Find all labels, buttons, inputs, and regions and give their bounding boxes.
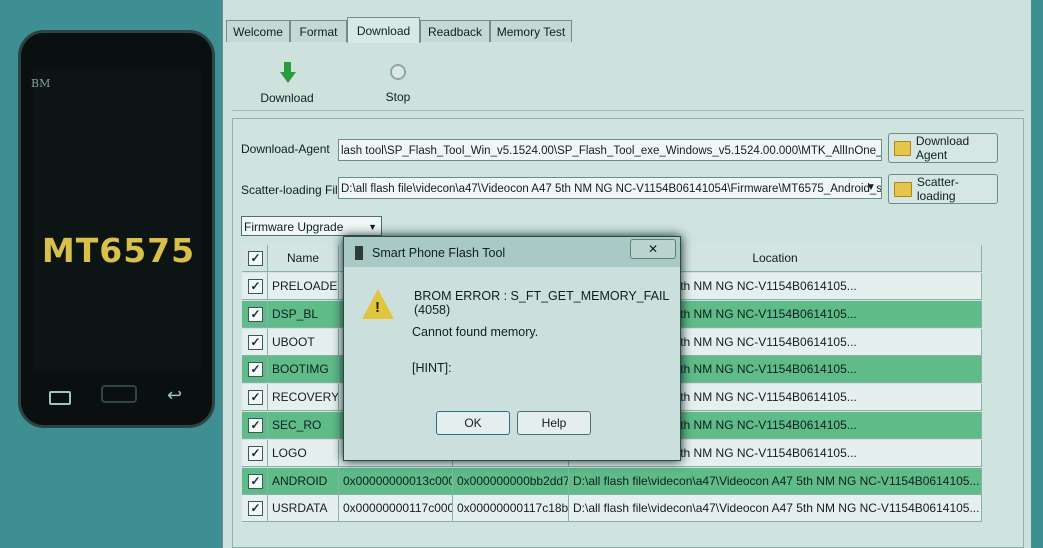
row-checkbox[interactable]: ✓: [248, 306, 263, 322]
location-cell: D:\all flash file\videcon\a47\Videocon A…: [569, 495, 982, 523]
end-address-cell: 0x00000000117c18bf: [453, 495, 569, 523]
scatter-loading-button-label: Scatter-loading: [916, 175, 959, 203]
stop-icon: [390, 64, 406, 80]
row-checkbox[interactable]: ✓: [248, 445, 263, 461]
dialog-error-text: BROM ERROR : S_FT_GET_MEMORY_FAIL (4058): [414, 289, 669, 317]
row-checkbox-cell: ✓: [242, 412, 268, 439]
menu-key-icon: [49, 391, 71, 405]
stop-button[interactable]: Stop: [378, 64, 418, 104]
tab-format[interactable]: Format: [290, 20, 347, 42]
dialog-message: Cannot found memory.: [412, 325, 539, 339]
partition-name-cell: PRELOADER: [268, 273, 339, 300]
row-checkbox-cell: ✓: [242, 467, 268, 495]
tab-readback[interactable]: Readback: [420, 20, 490, 42]
phone-model-label: MT6575: [41, 231, 196, 270]
stop-button-label: Stop: [385, 90, 411, 104]
scatter-loading-label: Scatter-loading File: [241, 183, 345, 197]
home-key-icon: [101, 385, 137, 403]
mode-select-value: Firmware Upgrade: [244, 220, 344, 234]
partition-name-cell: BOOTIMG: [268, 356, 339, 384]
partition-name-cell: SEC_RO: [268, 412, 339, 439]
end-address-cell: 0x000000000bb2dd7f: [453, 467, 569, 495]
toolbar: Download Stop: [232, 44, 1024, 111]
row-checkbox-cell: ✓: [242, 273, 268, 300]
row-checkbox[interactable]: ✓: [248, 501, 263, 517]
row-checkbox-cell: ✓: [242, 328, 268, 356]
scatter-loading-button[interactable]: Scatter-loading: [888, 174, 998, 204]
begin-address-cell: 0x00000000013c0000: [339, 467, 453, 495]
row-checkbox-cell: ✓: [242, 384, 268, 412]
row-checkbox-cell: ✓: [242, 356, 268, 384]
folder-icon: [894, 140, 911, 156]
partition-name-cell: USRDATA: [268, 495, 339, 523]
ok-button[interactable]: OK: [436, 411, 510, 435]
phone-brand: BM: [31, 77, 51, 90]
scatter-loading-value: D:\all flash file\videcon\a47\Videocon A…: [341, 183, 882, 195]
column-header-name[interactable]: Name: [268, 245, 339, 272]
help-button[interactable]: Help: [517, 411, 591, 435]
partition-name-cell: LOGO: [268, 439, 339, 467]
tab-download[interactable]: Download: [347, 17, 420, 43]
scatter-dropdown-arrow-icon[interactable]: ▼: [866, 182, 876, 193]
dialog-hint: [HINT]:: [412, 361, 452, 375]
download-agent-button[interactable]: Download Agent: [888, 133, 998, 163]
back-key-icon: ↩: [167, 385, 183, 405]
dialog-close-button[interactable]: ✕: [630, 239, 676, 259]
row-checkbox[interactable]: ✓: [248, 279, 263, 294]
select-all-checkbox[interactable]: ✓: [248, 251, 263, 266]
folder-icon: [894, 181, 912, 197]
select-all-cell: ✓: [242, 245, 268, 272]
partition-name-cell: DSP_BL: [268, 300, 339, 328]
row-checkbox-cell: ✓: [242, 495, 268, 523]
begin-address-cell: 0x00000000117c0000: [339, 495, 453, 523]
row-checkbox-cell: ✓: [242, 439, 268, 467]
tab-welcome[interactable]: Welcome: [226, 20, 290, 42]
download-agent-label: Download-Agent: [241, 142, 330, 156]
chevron-down-icon: ▼: [368, 222, 377, 232]
download-button-label: Download: [260, 91, 314, 105]
row-checkbox[interactable]: ✓: [248, 362, 263, 378]
partition-name-cell: ANDROID: [268, 467, 339, 495]
row-checkbox-cell: ✓: [242, 300, 268, 328]
tab-memory-test[interactable]: Memory Test: [490, 20, 572, 42]
location-cell: D:\all flash file\videcon\a47\Videocon A…: [569, 467, 982, 495]
download-button[interactable]: Download: [256, 62, 318, 105]
phone-illustration: BM MT6575 ↩: [18, 30, 215, 428]
partition-name-cell: UBOOT: [268, 328, 339, 356]
row-checkbox[interactable]: ✓: [248, 334, 263, 350]
mode-select[interactable]: Firmware Upgrade ▼: [241, 216, 382, 236]
scatter-loading-field[interactable]: D:\all flash file\videcon\a47\Videocon A…: [338, 177, 882, 199]
table-row[interactable]: ✓ USRDATA 0x00000000117c0000 0x00000000117c…: [242, 495, 982, 523]
dialog-titlebar: Smart Phone Flash Tool ✕: [344, 237, 680, 267]
dialog-title: Smart Phone Flash Tool: [372, 246, 506, 260]
row-checkbox[interactable]: ✓: [248, 473, 263, 489]
close-icon: ✕: [647, 242, 659, 256]
warning-icon-mark: !: [375, 299, 380, 316]
row-checkbox[interactable]: ✓: [248, 390, 263, 406]
download-agent-field[interactable]: lash tool\SP_Flash_Tool_Win_v5.1524.00\S…: [338, 139, 882, 161]
download-arrow-icon: [280, 62, 296, 84]
download-agent-button-label: Download Agent: [915, 134, 970, 162]
table-row[interactable]: ✓ ANDROID 0x00000000013c0000 0x000000000bb2…: [242, 467, 982, 496]
error-dialog: Smart Phone Flash Tool ✕ ! BROM ERROR : …: [343, 236, 681, 461]
phone-app-icon: [354, 245, 364, 261]
partition-name-cell: RECOVERY: [268, 384, 339, 412]
row-checkbox[interactable]: ✓: [248, 418, 263, 433]
phone-screen: [33, 68, 201, 373]
